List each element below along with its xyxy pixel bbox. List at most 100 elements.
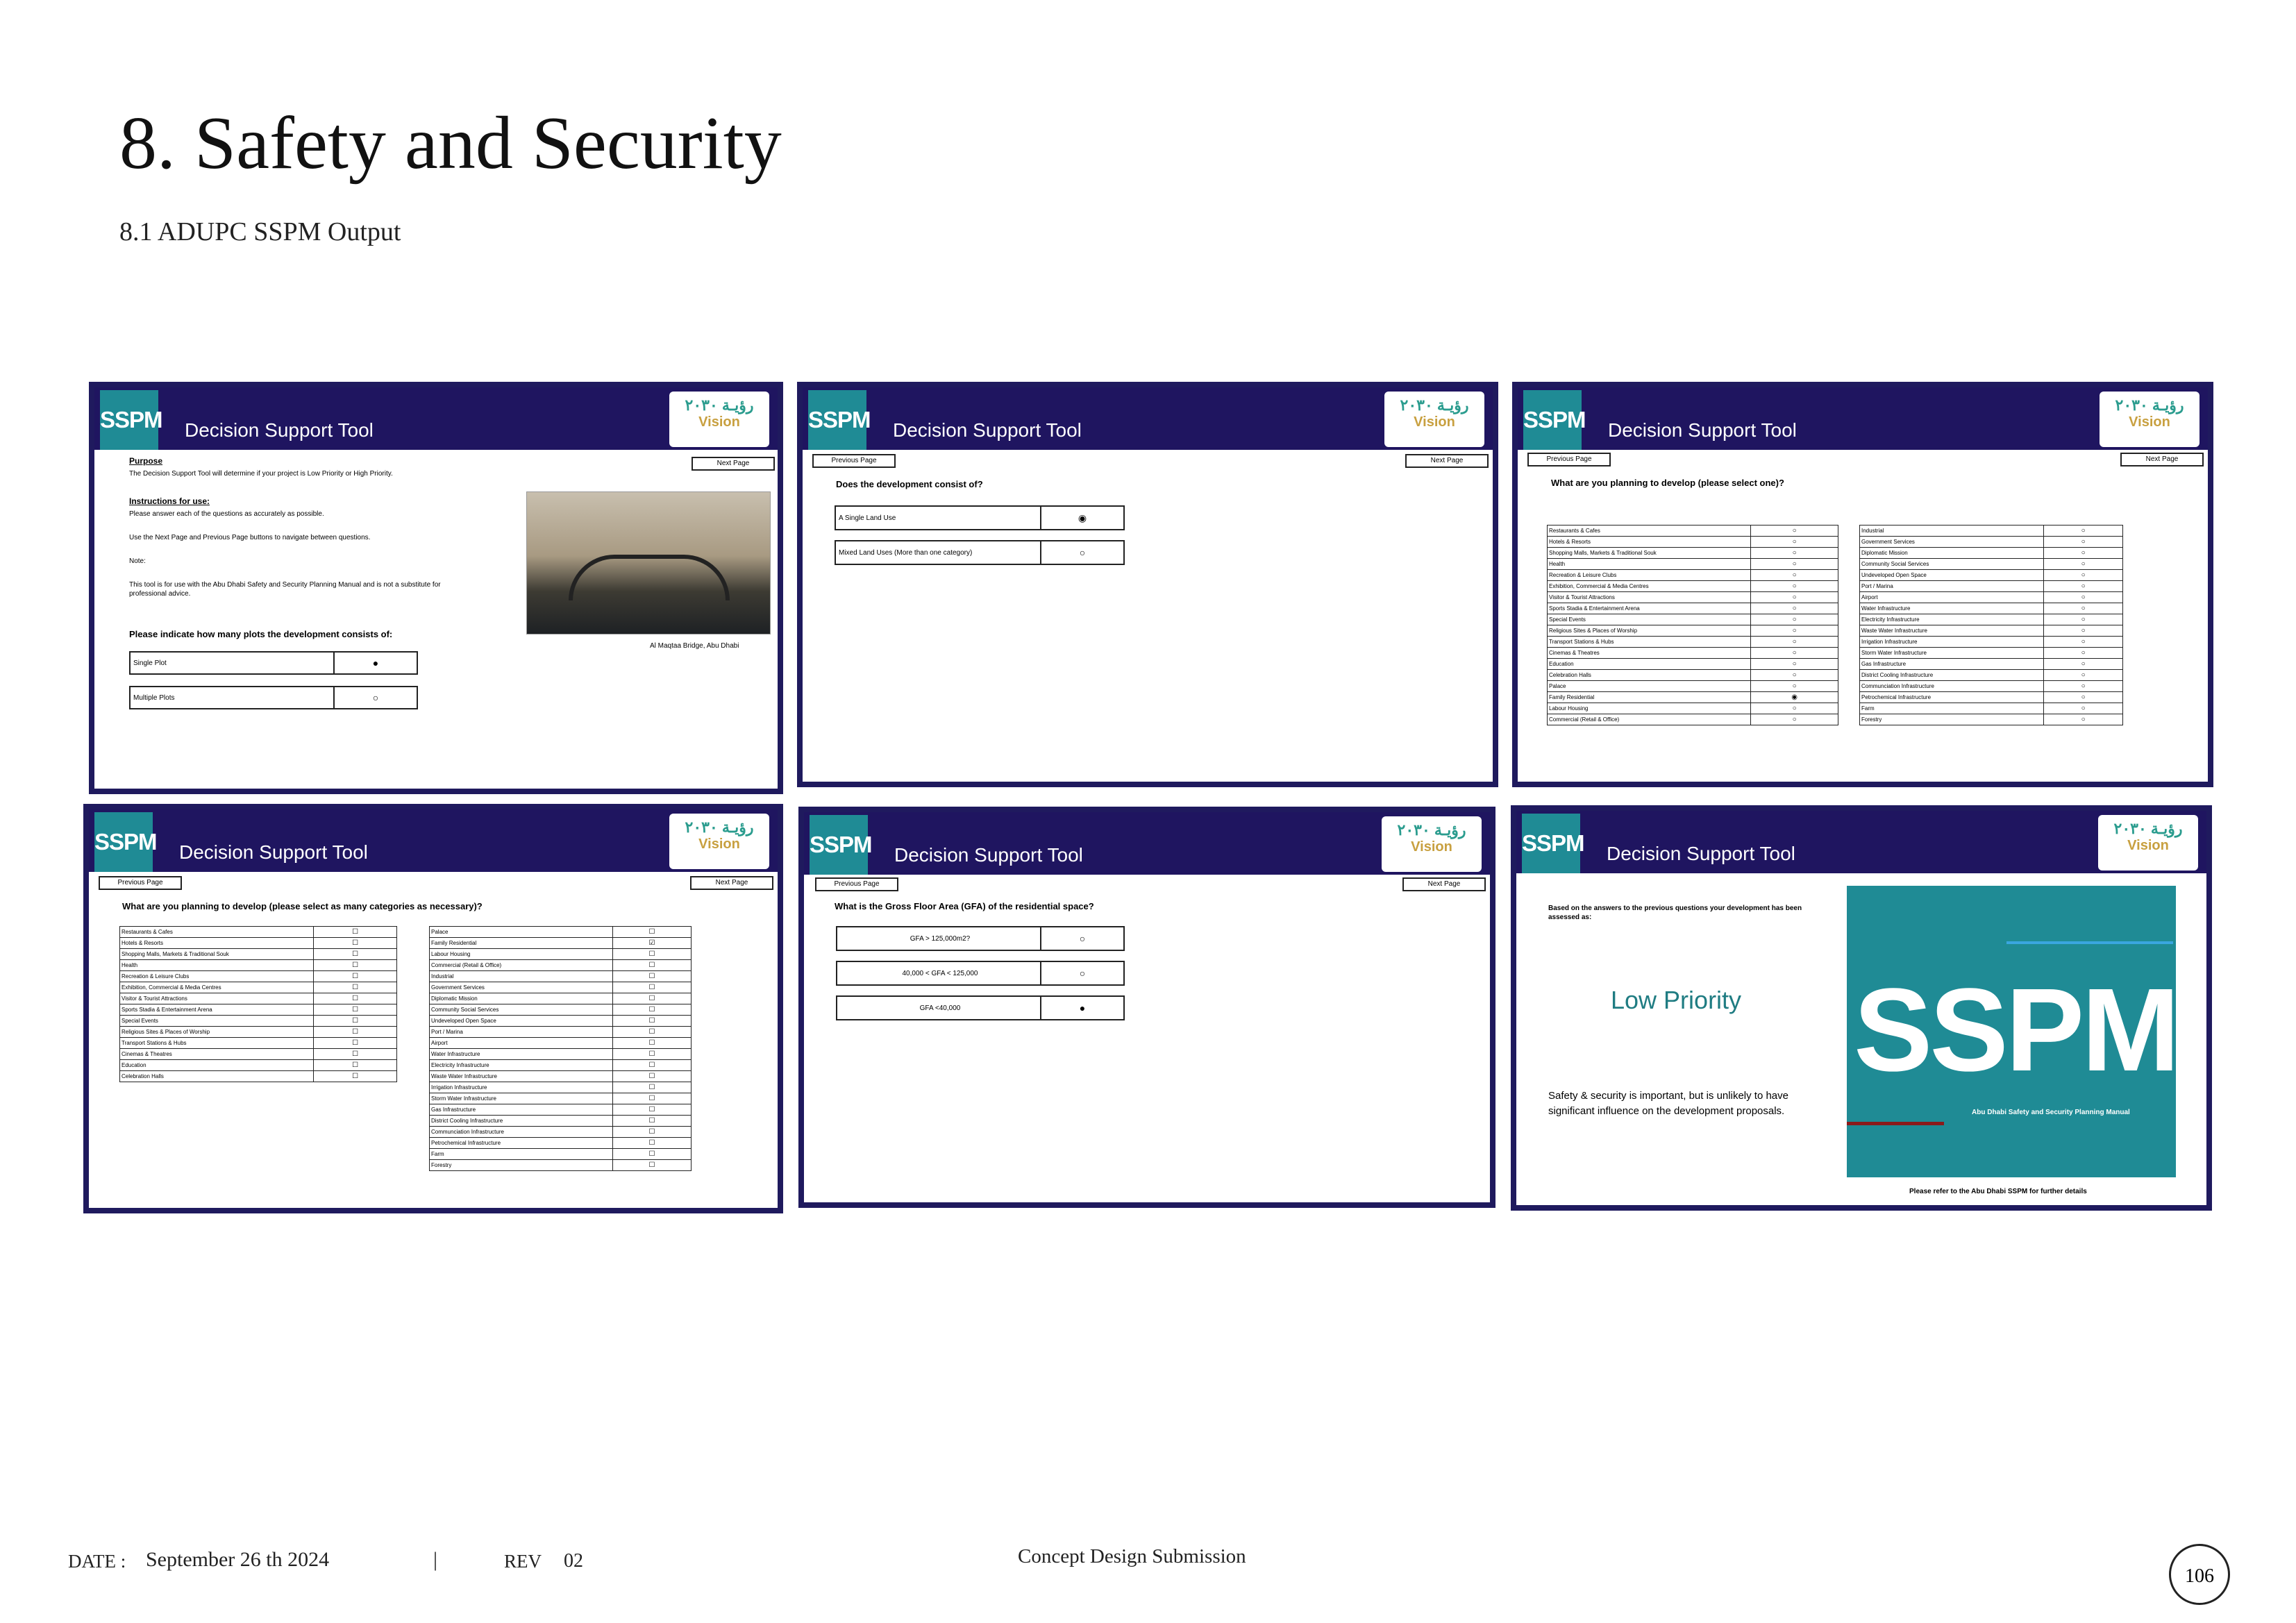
select-control[interactable]: ☐ [612, 1082, 692, 1093]
tool-title: Decision Support Tool [179, 841, 368, 863]
next-page-button[interactable]: Next Page [1402, 877, 1486, 891]
select-control[interactable]: ○ [2043, 525, 2123, 537]
select-control[interactable]: ☐ [313, 993, 397, 1004]
select-control[interactable]: ○ [2043, 558, 2123, 570]
select-control[interactable]: ☑ [612, 937, 692, 949]
select-control[interactable]: ☐ [612, 1148, 692, 1160]
select-control[interactable]: ☐ [612, 1137, 692, 1149]
select-control[interactable]: ○ [1750, 614, 1838, 625]
select-control[interactable]: ☐ [313, 1059, 397, 1071]
select-control[interactable]: ○ [1750, 525, 1838, 537]
select-control[interactable]: ☐ [313, 970, 397, 982]
category-label: Exhibition, Commercial & Media Centres [119, 982, 315, 993]
option-multiple-plots[interactable]: Multiple Plots ○ [129, 686, 418, 709]
select-control[interactable]: ○ [2043, 580, 2123, 592]
previous-page-button[interactable]: Previous Page [815, 877, 898, 891]
select-control[interactable]: ☐ [612, 1048, 692, 1060]
radio-icon[interactable]: ● [1041, 997, 1123, 1019]
select-control[interactable]: ○ [2043, 603, 2123, 614]
radio-icon[interactable]: ◉ [1041, 507, 1123, 529]
select-control[interactable]: ○ [2043, 614, 2123, 625]
select-control[interactable]: ☐ [612, 1093, 692, 1104]
select-control[interactable]: ○ [2043, 703, 2123, 714]
radio-icon[interactable]: ● [335, 653, 417, 673]
radio-icon[interactable]: ○ [1041, 927, 1123, 950]
select-control[interactable]: ○ [1750, 580, 1838, 592]
select-control[interactable]: ☐ [313, 926, 397, 938]
select-control[interactable]: ☐ [612, 948, 692, 960]
select-control[interactable]: ○ [1750, 636, 1838, 648]
select-control[interactable]: ○ [1750, 669, 1838, 681]
previous-page-button[interactable]: Previous Page [812, 454, 896, 468]
select-control[interactable]: ○ [1750, 547, 1838, 559]
option-mixed-land-uses[interactable]: Mixed Land Uses (More than one category)… [835, 540, 1125, 565]
select-control[interactable]: ○ [1750, 714, 1838, 725]
select-control[interactable]: ○ [1750, 703, 1838, 714]
select-control[interactable]: ○ [1750, 536, 1838, 548]
option-gfa-under-40000[interactable]: GFA <40,000 ● [836, 995, 1125, 1020]
select-control[interactable]: ☐ [612, 959, 692, 971]
select-control[interactable]: ☐ [313, 1015, 397, 1027]
select-control[interactable]: ○ [1750, 558, 1838, 570]
select-control[interactable]: ☐ [612, 926, 692, 938]
radio-icon[interactable]: ○ [1041, 962, 1123, 984]
next-page-button[interactable]: Next Page [2120, 453, 2204, 466]
select-control[interactable]: ☐ [313, 1004, 397, 1016]
cover-subtitle: Abu Dhabi Safety and Security Planning M… [1972, 1109, 2130, 1116]
next-page-button[interactable]: Next Page [690, 876, 773, 890]
option-single-plot[interactable]: Single Plot ● [129, 651, 418, 675]
select-control[interactable]: ☐ [313, 937, 397, 949]
select-control[interactable]: ☐ [612, 1126, 692, 1138]
select-control[interactable]: ○ [1750, 658, 1838, 670]
select-control[interactable]: ○ [2043, 625, 2123, 637]
select-control[interactable]: ○ [2043, 714, 2123, 725]
select-control[interactable]: ☐ [313, 1026, 397, 1038]
option-gfa-over-125000[interactable]: GFA > 125,000m2? ○ [836, 926, 1125, 951]
select-control[interactable]: ○ [1750, 647, 1838, 659]
select-control[interactable]: ○ [1750, 625, 1838, 637]
select-control[interactable]: ☐ [612, 1037, 692, 1049]
select-control[interactable]: ○ [1750, 591, 1838, 603]
select-control[interactable]: ☐ [612, 1059, 692, 1071]
category-label: Cinemas & Theatres [1546, 647, 1752, 659]
select-control[interactable]: ○ [1750, 603, 1838, 614]
previous-page-button[interactable]: Previous Page [1527, 453, 1611, 466]
select-control[interactable]: ☐ [612, 1026, 692, 1038]
select-control[interactable]: ☐ [313, 982, 397, 993]
option-single-land-use[interactable]: A Single Land Use ◉ [835, 505, 1125, 530]
select-control[interactable]: ☐ [313, 948, 397, 960]
select-control[interactable]: ○ [2043, 547, 2123, 559]
next-page-button[interactable]: Next Page [692, 457, 775, 471]
select-control[interactable]: ☐ [313, 1048, 397, 1060]
option-gfa-40000-125000[interactable]: 40,000 < GFA < 125,000 ○ [836, 961, 1125, 986]
select-control[interactable]: ☐ [612, 993, 692, 1004]
select-control[interactable]: ○ [2043, 536, 2123, 548]
previous-page-button[interactable]: Previous Page [99, 876, 182, 890]
select-control[interactable]: ◉ [1750, 691, 1838, 703]
table-row: Visitor & Tourist Attractions ○ [1546, 591, 1838, 603]
select-control[interactable]: ☐ [612, 1159, 692, 1171]
select-control[interactable]: ☐ [612, 1015, 692, 1027]
select-control[interactable]: ○ [1750, 569, 1838, 581]
select-control[interactable]: ○ [2043, 691, 2123, 703]
select-control[interactable]: ○ [1750, 680, 1838, 692]
select-control[interactable]: ○ [2043, 669, 2123, 681]
select-control[interactable]: ○ [2043, 591, 2123, 603]
select-control[interactable]: ☐ [612, 982, 692, 993]
next-page-button[interactable]: Next Page [1405, 454, 1489, 468]
select-control[interactable]: ☐ [313, 1070, 397, 1082]
select-control[interactable]: ☐ [612, 1104, 692, 1116]
select-control[interactable]: ☐ [313, 959, 397, 971]
select-control[interactable]: ☐ [612, 1115, 692, 1127]
select-control[interactable]: ☐ [612, 1004, 692, 1016]
select-control[interactable]: ○ [2043, 680, 2123, 692]
select-control[interactable]: ○ [2043, 636, 2123, 648]
select-control[interactable]: ○ [2043, 658, 2123, 670]
radio-icon[interactable]: ○ [1041, 541, 1123, 564]
select-control[interactable]: ☐ [612, 970, 692, 982]
select-control[interactable]: ○ [2043, 647, 2123, 659]
select-control[interactable]: ○ [2043, 569, 2123, 581]
select-control[interactable]: ☐ [313, 1037, 397, 1049]
select-control[interactable]: ☐ [612, 1070, 692, 1082]
radio-icon[interactable]: ○ [335, 687, 417, 708]
